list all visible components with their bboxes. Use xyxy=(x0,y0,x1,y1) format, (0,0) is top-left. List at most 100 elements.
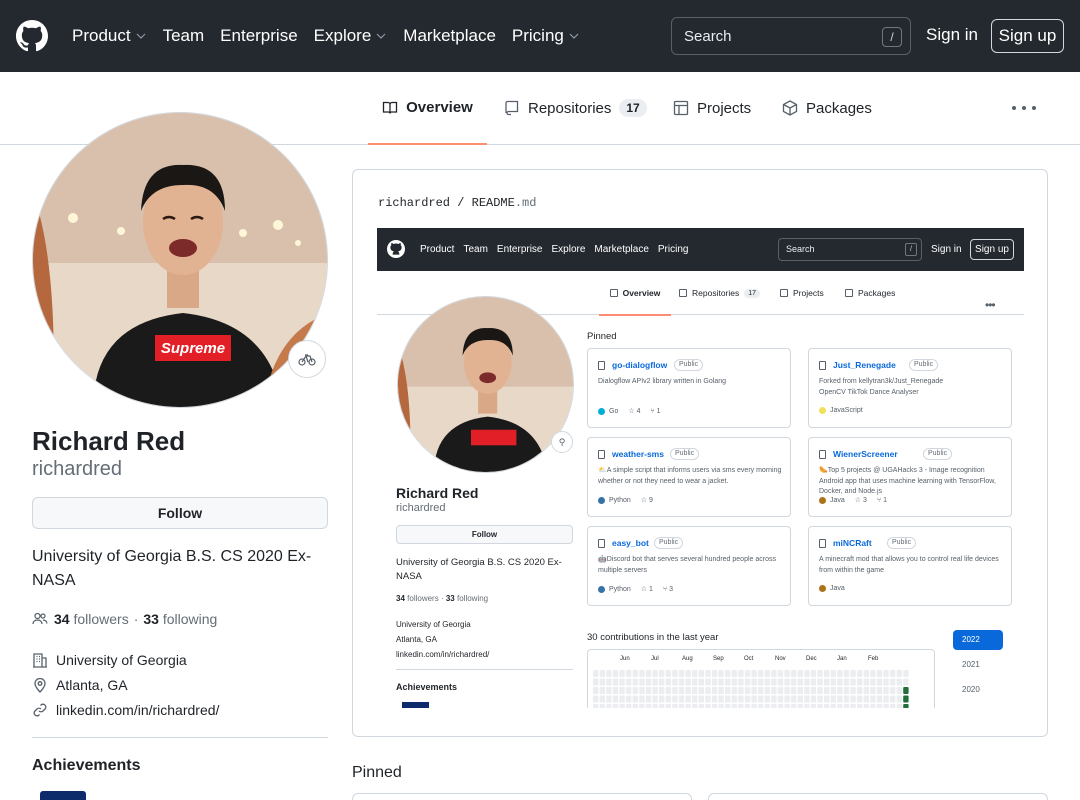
followers-link[interactable]: 34 followers xyxy=(54,611,129,627)
mini-repo-description: A minecraft mod that allows you to contr… xyxy=(819,556,999,574)
nav-explore[interactable]: Explore xyxy=(314,26,388,46)
tab-overview[interactable]: Overview xyxy=(368,72,487,145)
mini-contribution-cell xyxy=(751,695,757,703)
readme-owner-link[interactable]: richardred xyxy=(378,196,450,210)
readme-screenshot-image: Product Team Enterprise Explore Marketpl… xyxy=(377,228,1024,708)
mini-contribution-cell xyxy=(639,695,645,703)
mini-contribution-cell xyxy=(718,695,724,703)
mini-star-icon: ☆ xyxy=(640,586,648,593)
nav-team[interactable]: Team xyxy=(163,26,205,46)
nav-marketplace[interactable]: Marketplace xyxy=(403,26,496,46)
readme-file-link[interactable]: README.md xyxy=(472,196,537,210)
nav-enterprise[interactable]: Enterprise xyxy=(220,26,297,46)
mini-contribution-cell xyxy=(593,704,599,708)
mini-contribution-cell xyxy=(692,695,698,703)
organization-icon xyxy=(33,653,47,668)
tab-packages[interactable]: Packages xyxy=(782,72,872,144)
following-link[interactable]: 33 following xyxy=(143,611,217,627)
mini-year-button: 2022 xyxy=(953,630,1003,650)
location-pin-icon xyxy=(34,677,46,693)
mini-graph-month: Nov xyxy=(775,656,786,662)
mini-contribution-cell xyxy=(870,678,876,686)
nav-pricing[interactable]: Pricing xyxy=(512,26,580,46)
mini-contribution-cell xyxy=(672,687,678,694)
mini-repo-language: Python xyxy=(609,496,631,504)
more-options-icon[interactable] xyxy=(1012,102,1036,114)
mini-contribution-cell xyxy=(665,687,671,694)
mini-contribution-cell xyxy=(850,678,856,686)
vcard-organization: University of Georgia xyxy=(32,652,187,668)
tab-repositories[interactable]: Repositories 17 xyxy=(504,72,647,144)
mini-following-label: following xyxy=(457,594,489,603)
mini-contribution-cell xyxy=(797,687,803,694)
mini-pinned-card: weather-sms Public ⛅A simple script that i… xyxy=(587,437,791,517)
status-badge[interactable] xyxy=(288,340,326,378)
github-logo-icon[interactable] xyxy=(16,20,48,52)
mini-contribution-cell xyxy=(863,687,869,694)
people-icon xyxy=(32,612,48,625)
mini-search: Search / xyxy=(778,238,922,261)
mini-contribution-cell xyxy=(698,678,704,686)
mini-contribution-cell xyxy=(791,695,797,703)
mini-contribution-cell xyxy=(804,704,810,708)
mini-contribution-cell xyxy=(738,670,744,677)
mini-repo-icon xyxy=(819,450,826,459)
tab-projects[interactable]: Projects xyxy=(673,72,751,144)
mini-contribution-cell xyxy=(843,687,850,694)
mini-repo-icon xyxy=(598,450,605,459)
mini-contribution-cell xyxy=(652,704,658,708)
mini-contribution-cell xyxy=(672,670,678,677)
mini-tab-overview: Overview xyxy=(599,271,671,316)
mini-repo-name: easy_bot xyxy=(612,538,649,548)
vcard-website[interactable]: linkedin.com/in/richardred/ xyxy=(32,702,219,718)
mini-contribution-cell xyxy=(744,687,751,694)
mini-contribution-cell xyxy=(718,704,724,708)
nav-marketplace-label: Marketplace xyxy=(403,26,496,45)
mini-contribution-cell xyxy=(863,670,869,677)
nav-product[interactable]: Product xyxy=(72,26,147,46)
mini-repo-language: Go xyxy=(609,407,619,415)
mini-contribution-cell xyxy=(619,678,625,686)
mini-public-badge: Public xyxy=(654,537,684,549)
mini-contribution-cell xyxy=(698,704,704,708)
mini-contribution-cell xyxy=(645,695,652,703)
mini-contribution-cell xyxy=(612,687,619,694)
follow-button[interactable]: Follow xyxy=(32,497,328,529)
mini-contribution-cell xyxy=(599,678,605,686)
avatar[interactable]: Supreme xyxy=(32,112,328,408)
repo-icon xyxy=(505,100,519,116)
pinned-card[interactable] xyxy=(708,793,1048,800)
mini-contribution-cell xyxy=(731,678,737,686)
mini-bio: University of Georgia B.S. CS 2020 Ex-NA… xyxy=(396,557,562,582)
search-placeholder: Search xyxy=(684,27,732,45)
mini-following-count: 33 xyxy=(445,594,455,603)
sign-up-button[interactable]: Sign up xyxy=(991,19,1064,53)
mini-repo-forks: 1 xyxy=(656,407,661,415)
mini-year-button: 2020 xyxy=(962,685,980,694)
pinned-card[interactable] xyxy=(352,793,692,800)
website-link[interactable]: linkedin.com/in/richardred/ xyxy=(56,702,219,718)
mini-contribution-cell xyxy=(837,687,843,694)
sign-in-link[interactable]: Sign in xyxy=(926,25,978,45)
achievement-badge[interactable] xyxy=(40,791,86,800)
mini-pinned-card: Just_Renegade Public Forked from kellytran… xyxy=(808,348,1012,428)
mini-contribution-cell xyxy=(758,695,764,703)
mini-contribution-cell xyxy=(857,687,863,694)
mini-contribution-cell xyxy=(685,704,691,708)
mini-contribution-cell xyxy=(725,695,731,703)
mini-contribution-cell xyxy=(804,670,810,677)
mini-repo-description: Dialogflow APIv2 library written in Gola… xyxy=(598,378,727,385)
mini-contribution-cell xyxy=(619,687,625,694)
mini-contribution-cell xyxy=(791,687,797,694)
mini-fork-icon: ⑂ xyxy=(876,496,882,504)
mini-graph-month: Dec xyxy=(806,656,817,662)
mini-repo-name: miNCRaft xyxy=(833,538,872,548)
mini-repo-icon xyxy=(819,361,826,370)
mini-contribution-cell xyxy=(606,704,612,708)
mini-contribution-cell xyxy=(612,678,619,686)
mini-contribution-cell xyxy=(652,678,658,686)
mini-search-shortcut: / xyxy=(905,243,917,256)
search-input[interactable]: Search / xyxy=(671,17,911,55)
mini-contribution-cell xyxy=(645,670,652,677)
mini-contribution-cell xyxy=(883,687,889,694)
